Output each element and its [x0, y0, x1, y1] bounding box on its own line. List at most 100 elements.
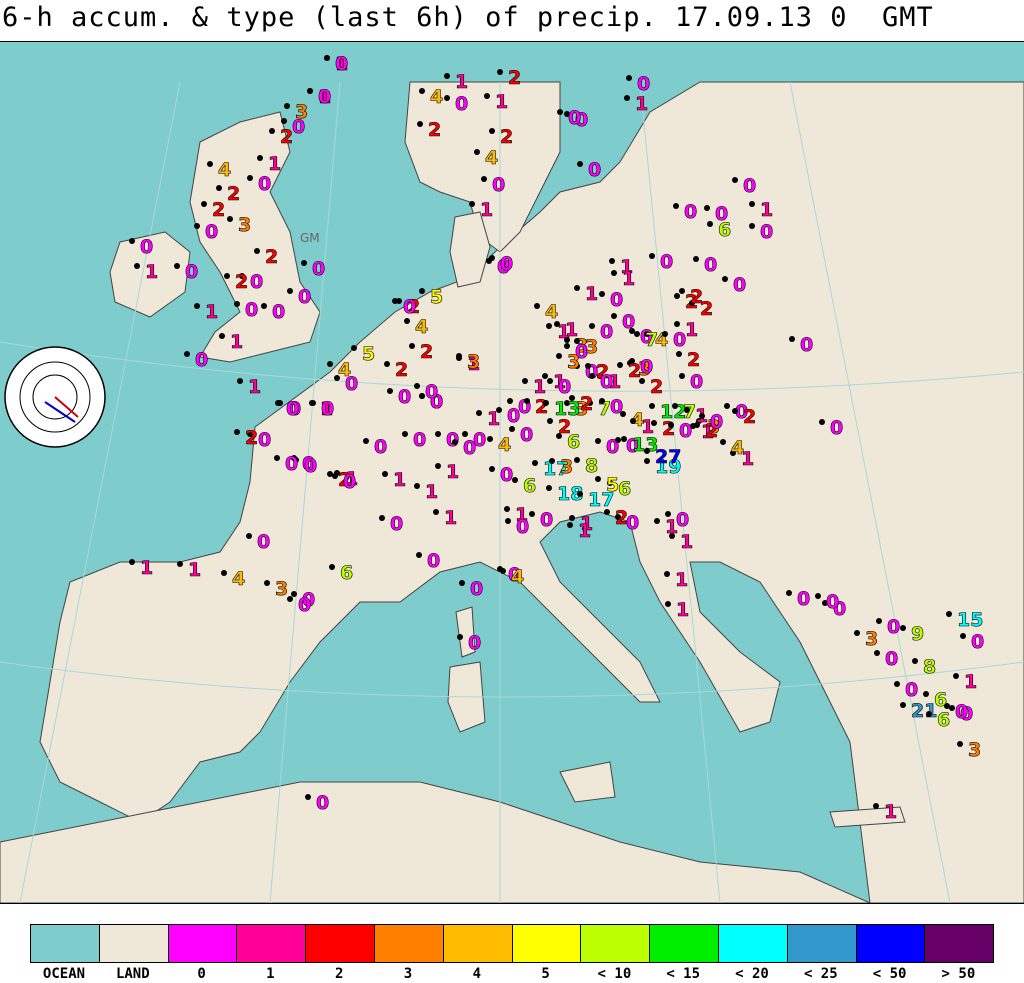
station-value: 8 [923, 656, 936, 678]
station-marker [247, 175, 253, 181]
station-marker [674, 321, 680, 327]
station-value: 4 [430, 86, 443, 108]
station-value: 0 [905, 679, 918, 701]
station-value: 4 [218, 159, 231, 181]
station-value: 0 [600, 321, 613, 343]
station-marker [310, 400, 316, 406]
station-marker [414, 383, 420, 389]
legend-label: 4 [472, 966, 482, 982]
station-value: 0 [500, 464, 513, 486]
station-marker [707, 221, 713, 227]
station-value: 0 [316, 792, 329, 814]
station-marker [699, 413, 705, 419]
station-marker [649, 403, 655, 409]
station-value: 1 [425, 481, 438, 503]
station-value: 0 [600, 371, 613, 393]
station-marker [668, 422, 674, 428]
map-title: 6-h accum. & type (last 6h) of precip. 1… [2, 2, 934, 33]
station-marker [617, 362, 623, 368]
station-value: 1 [676, 599, 689, 621]
station-value: 9 [911, 623, 924, 645]
station-value: 0 [885, 648, 898, 670]
station-marker [284, 103, 290, 109]
station-value: 0 [660, 251, 673, 273]
station-marker [926, 711, 932, 717]
station-marker [569, 515, 575, 521]
station-value: 0 [470, 578, 483, 600]
station-marker [435, 431, 441, 437]
station-marker [305, 794, 311, 800]
station-marker [452, 439, 458, 445]
station-marker [489, 466, 495, 472]
station-value: 13 [554, 398, 580, 420]
station-value: 0 [887, 616, 900, 638]
station-value: 3 [560, 456, 573, 478]
station-marker [944, 703, 950, 709]
station-marker [611, 313, 617, 319]
station-marker [379, 515, 385, 521]
legend-label: 1 [266, 966, 275, 982]
station-value: 1 [446, 461, 459, 483]
legend-label: < 10 [597, 966, 632, 982]
station-marker [673, 203, 679, 209]
station-value: 0 [800, 334, 813, 356]
station-value: 0 [455, 93, 468, 115]
station-marker [676, 351, 682, 357]
station-value: 4 [545, 301, 558, 323]
station-marker [234, 301, 240, 307]
station-value: 5 [430, 286, 443, 308]
station-value: 6 [567, 431, 580, 453]
station-marker [512, 477, 518, 483]
station-marker [504, 506, 510, 512]
station-value: 2 [743, 406, 756, 428]
station-marker [456, 353, 462, 359]
station-marker [129, 238, 135, 244]
station-marker [254, 248, 260, 254]
station-marker [585, 363, 591, 369]
legend-label: < 50 [872, 966, 907, 982]
station-marker [654, 518, 660, 524]
grid-label: GM [300, 231, 320, 245]
station-marker [224, 273, 230, 279]
station-value: 2 [420, 341, 433, 363]
station-marker [459, 580, 465, 586]
station-marker [609, 258, 615, 264]
station-value: 2 [395, 359, 408, 381]
station-marker [556, 353, 562, 359]
station-marker [444, 95, 450, 101]
station-marker [556, 433, 562, 439]
station-marker [194, 303, 200, 309]
station-value: 0 [520, 424, 533, 446]
station-value: 2 [662, 418, 675, 440]
station-marker [194, 223, 200, 229]
station-value: 0 [205, 221, 218, 243]
station-marker [720, 439, 726, 445]
legend-swatch [30, 924, 100, 963]
station-value: 2 [535, 396, 548, 418]
station-marker [402, 431, 408, 437]
station-value: 0 [704, 254, 717, 276]
legend-label: 0 [197, 966, 206, 982]
legend-swatch [855, 924, 926, 963]
station-marker [704, 205, 710, 211]
station-marker [444, 73, 450, 79]
station-marker [177, 561, 183, 567]
station-value: 0 [374, 436, 387, 458]
station-value: 2 [265, 246, 278, 268]
station-value: 0 [733, 274, 746, 296]
station-marker [246, 533, 252, 539]
station-value: 3 [968, 739, 981, 761]
legend-label: OCEAN [42, 966, 86, 982]
station-marker [567, 522, 573, 528]
station-value: 1 [884, 801, 897, 823]
station-marker [789, 336, 795, 342]
station-value: 1 [480, 199, 493, 221]
station-value: 0 [425, 381, 438, 403]
station-value: 15 [957, 609, 983, 631]
station-marker [269, 128, 275, 134]
station-marker [564, 343, 570, 349]
station-marker [615, 514, 621, 520]
station-marker [679, 288, 685, 294]
legend-swatch [718, 924, 788, 963]
station-value: 0 [258, 173, 271, 195]
